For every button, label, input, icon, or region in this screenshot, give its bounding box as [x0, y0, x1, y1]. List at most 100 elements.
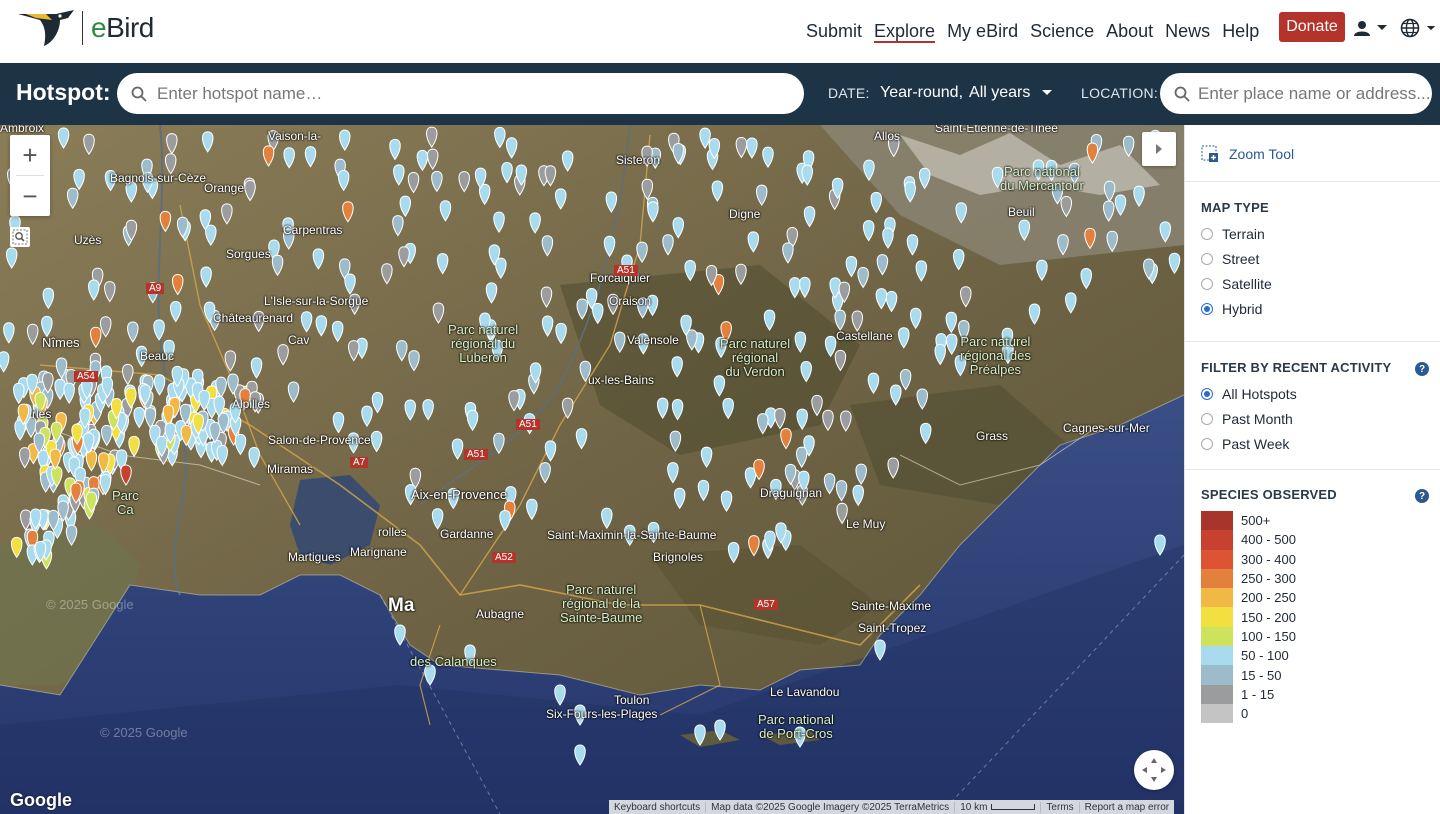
zoom-tool-button[interactable]: Zoom Tool [1201, 145, 1294, 163]
zoom-out-button[interactable]: − [10, 176, 50, 216]
chevron-right-icon [1156, 144, 1162, 154]
date-label: DATE: [828, 85, 870, 101]
pan-arrows-icon [1142, 758, 1166, 782]
map-label: Saint-Etienne-de-Tinée [935, 125, 1058, 135]
nav-science[interactable]: Science [1024, 0, 1100, 63]
radio-label: All Hotspots [1222, 386, 1297, 402]
terms-link[interactable]: Terms [1041, 801, 1080, 813]
map-label: rles [32, 407, 52, 421]
legend-label: 250 - 300 [1241, 571, 1296, 587]
location-search-input[interactable]: Enter place name or address... [1160, 73, 1432, 114]
activity-filter-section: FILTER BY RECENT ACTIVITY ? All Hotspots… [1185, 341, 1440, 469]
park-label: Parc national du Mercantour [1000, 164, 1084, 193]
help-icon[interactable]: ? [1415, 489, 1429, 503]
report-map-error-link[interactable]: Report a map error [1080, 802, 1174, 813]
help-icon[interactable]: ? [1415, 362, 1429, 376]
map-label: Toulon [614, 693, 650, 707]
park-label: Parc naturel régional du Luberon [448, 322, 519, 365]
legend-row: 1 - 15 [1201, 684, 1296, 704]
map-label: ux-les-Bains [588, 373, 655, 387]
ebird-logo[interactable]: eBird [16, 8, 154, 48]
road-label: A7 [350, 457, 369, 468]
legend-swatch [1201, 568, 1233, 589]
nav-my-ebird[interactable]: My eBird [941, 0, 1024, 63]
legend-label: 400 - 500 [1241, 532, 1296, 548]
map-label: Oraison [609, 294, 652, 308]
hotspot-search-input[interactable]: Enter hotspot name… [117, 73, 804, 114]
user-menu-button[interactable] [1354, 18, 1390, 38]
legend-row: 50 - 100 [1201, 646, 1296, 666]
keyboard-shortcuts-link[interactable]: Keyboard shortcuts [609, 801, 707, 813]
scale-bar [991, 803, 1036, 810]
nav-news[interactable]: News [1159, 0, 1216, 63]
map-type-hybrid[interactable]: Hybrid [1201, 301, 1262, 317]
map-scale[interactable]: 10 km [955, 801, 1042, 813]
magnify-area-icon [12, 229, 28, 245]
map-label: Digne [729, 207, 761, 221]
map-type-satellite[interactable]: Satellite [1201, 276, 1272, 292]
location-label: LOCATION: [1081, 85, 1159, 101]
map-label: rolles [378, 525, 407, 539]
map-camera-control[interactable] [1134, 750, 1174, 790]
filter-past-month[interactable]: Past Month [1201, 411, 1293, 427]
legend-row: 100 - 150 [1201, 626, 1296, 647]
map-label: L'Isle-sur-la-Sorgue [264, 294, 369, 308]
donate-button[interactable]: Donate [1279, 12, 1345, 42]
hotspot-search-placeholder: Enter hotspot name… [157, 83, 323, 103]
map-type-street[interactable]: Street [1201, 251, 1259, 267]
road-label: A51 [516, 419, 540, 430]
map-label: Martigues [288, 550, 341, 564]
legend-swatch [1201, 626, 1233, 647]
hotspot-label: Hotspot: [16, 79, 111, 105]
nav-explore[interactable]: Explore [868, 0, 941, 63]
road-label: A9 [146, 283, 165, 294]
top-navigation: eBird Submit Explore My eBird Science Ab… [0, 0, 1440, 63]
map-label: Gardanne [440, 527, 494, 541]
map-watermark: © 2025 Google [46, 597, 134, 612]
legend-row: 150 - 200 [1201, 607, 1296, 627]
legend-label: 0 [1241, 706, 1249, 722]
map-label: Le Lavandou [770, 685, 840, 699]
map-watermark: © 2025 Google [100, 725, 188, 740]
road-label: A51 [614, 265, 638, 276]
nav-about[interactable]: About [1100, 0, 1159, 63]
nav-help[interactable]: Help [1216, 0, 1265, 63]
park-label: Parc national de Port-Cros [758, 712, 834, 741]
legend-label: 200 - 250 [1241, 590, 1296, 606]
map-label: Ma [388, 595, 415, 616]
legend-swatch [1201, 684, 1233, 704]
map-label: Castellane [836, 329, 893, 343]
date-selector[interactable]: Year-round, All years [880, 84, 1053, 102]
map-type-terrain[interactable]: Terrain [1201, 226, 1265, 242]
legend-label: 300 - 400 [1241, 551, 1296, 567]
map-label: Draguignan [760, 486, 823, 500]
legend-swatch [1201, 703, 1233, 724]
logo-wordmark: eBird [91, 12, 154, 43]
collapse-panel-button[interactable] [1142, 132, 1176, 166]
hotspot-map[interactable]: Ambroix Vaison-la- Sisteron Allos Saint-… [0, 125, 1184, 814]
main-nav: Submit Explore My eBird Science About Ne… [800, 0, 1265, 63]
zoom-area-button[interactable] [10, 227, 30, 247]
radio-icon [1201, 438, 1213, 450]
filter-past-week[interactable]: Past Week [1201, 436, 1289, 452]
bird-logo-icon [18, 10, 74, 46]
map-label: Saint-Maximin-la-Sainte-Baume [547, 528, 717, 542]
map-label: Marignane [350, 545, 407, 559]
park-label: Parc naturel régional de la Sainte-Baume [560, 582, 643, 625]
zoom-in-button[interactable]: + [10, 135, 50, 175]
filter-all-hotspots[interactable]: All Hotspots [1201, 386, 1297, 402]
zoom-tool-label: Zoom Tool [1229, 146, 1295, 162]
nav-submit[interactable]: Submit [800, 0, 868, 63]
language-menu-button[interactable] [1400, 17, 1438, 39]
map-label: Saint-Tropez [858, 621, 927, 635]
legend-label: 1 - 15 [1241, 686, 1275, 702]
map-label: Miramas [267, 462, 314, 476]
activity-filter-heading: FILTER BY RECENT ACTIVITY [1201, 360, 1392, 375]
map-label: Le Muy [846, 517, 886, 531]
legend-label: 500+ [1241, 513, 1271, 529]
map-label: Sisteron [616, 153, 661, 167]
search-icon [1174, 86, 1190, 102]
road-label: A51 [464, 449, 488, 460]
legend-row: 15 - 50 [1201, 665, 1296, 685]
map-options-panel: Zoom Tool MAP TYPE Terrain Street Satell… [1184, 125, 1440, 814]
